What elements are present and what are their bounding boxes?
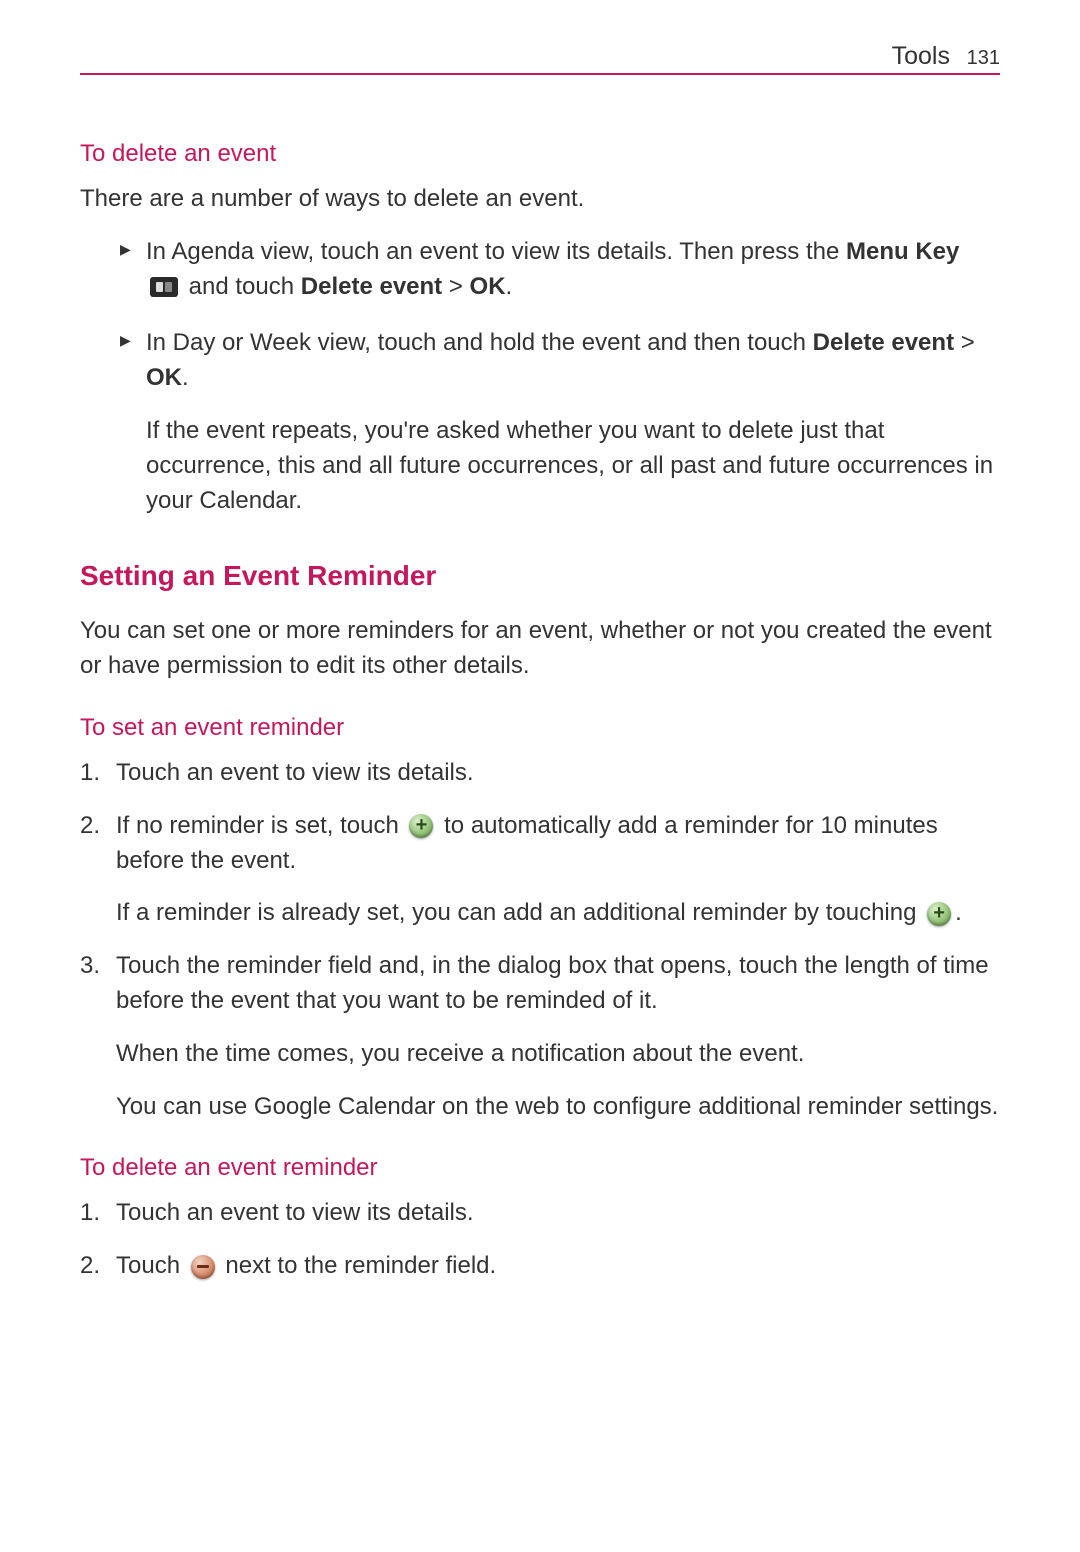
text-fragment: . [506,273,513,300]
setting-reminder-intro: You can set one or more reminders for an… [80,614,1000,684]
minus-icon [191,1255,215,1279]
text-fragment: > [442,273,469,300]
text-fragment: next to the reminder field. [219,1252,496,1279]
text-fragment: Touch [116,1252,187,1279]
text-fragment: Touch the reminder field and, in the dia… [116,952,989,1014]
additional-reminder-note: If a reminder is already set, you can ad… [116,896,1000,931]
text-fragment: If a reminder is already set, you can ad… [116,899,923,926]
delete-event-bullets: In Agenda view, touch an event to view i… [80,235,1000,519]
notification-note: When the time comes, you receive a notif… [116,1037,1000,1072]
text-delete-event: Delete event [813,329,954,356]
step-reminder-field: Touch the reminder field and, in the dia… [80,949,1000,1124]
text-fragment: In Agenda view, touch an event to view i… [146,238,846,265]
plus-icon [409,814,433,838]
header-divider [80,73,1000,75]
bullet-agenda-view: In Agenda view, touch an event to view i… [120,235,1000,305]
page-number: 131 [967,47,1000,70]
subheading-delete-event: To delete an event [80,140,1000,168]
heading-setting-reminder: Setting an Event Reminder [80,560,1000,592]
text-fragment: > [954,329,975,356]
text-fragment: and touch [182,273,301,300]
google-calendar-note: You can use Google Calendar on the web t… [116,1090,1000,1125]
step-touch-event-delete: Touch an event to view its details. [80,1196,1000,1231]
subheading-set-reminder: To set an event reminder [80,714,1000,742]
text-fragment: In Day or Week view, touch and hold the … [146,329,813,356]
text-fragment: . [182,364,189,391]
page-content: To delete an event There are a number of… [80,0,1000,1284]
text-menu-key: Menu Key [846,238,959,265]
plus-icon [927,902,951,926]
step-add-reminder: If no reminder is set, touch to automati… [80,809,1000,931]
delete-reminder-steps: Touch an event to view its details. Touc… [80,1196,1000,1284]
menu-key-icon [150,277,178,297]
set-reminder-steps: Touch an event to view its details. If n… [80,756,1000,1124]
text-ok: OK [470,273,506,300]
delete-event-intro: There are a number of ways to delete an … [80,182,1000,217]
step-touch-minus: Touch next to the reminder field. [80,1249,1000,1284]
repeat-event-note: If the event repeats, you're asked wheth… [146,414,1000,518]
text-delete-event: Delete event [301,273,442,300]
header-section-label: Tools [892,42,950,71]
text-fragment: . [955,899,962,926]
bullet-day-week-view: In Day or Week view, touch and hold the … [120,326,1000,518]
text-fragment: If no reminder is set, touch [116,812,405,839]
subheading-delete-reminder: To delete an event reminder [80,1154,1000,1182]
step-touch-event: Touch an event to view its details. [80,756,1000,791]
text-ok: OK [146,364,182,391]
